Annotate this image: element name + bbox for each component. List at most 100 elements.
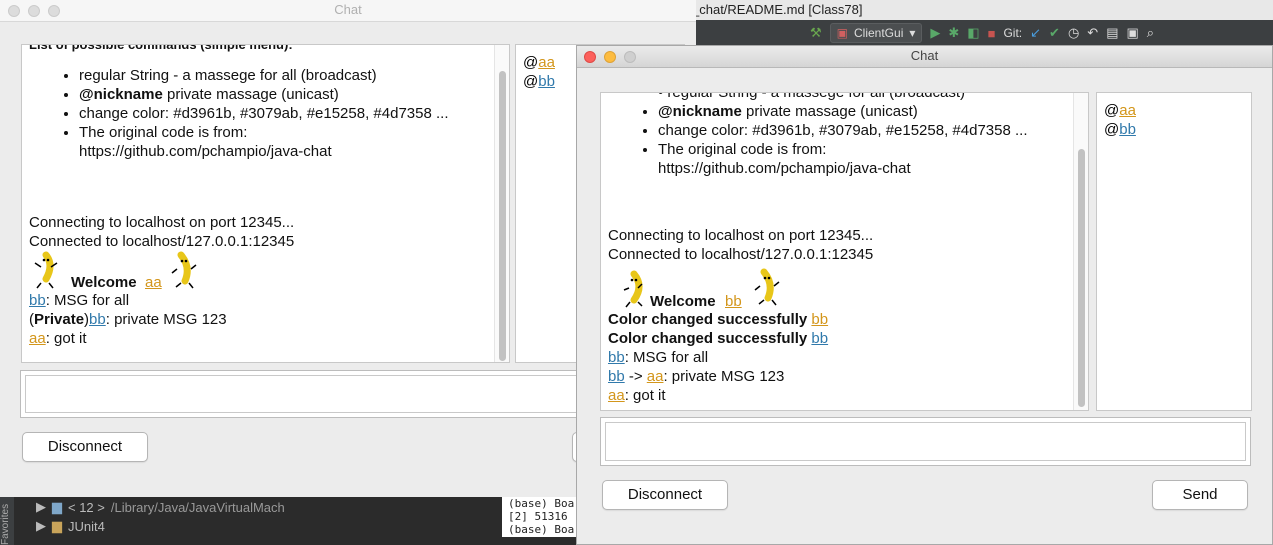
- command-list: regular String - a massege for all (broa…: [29, 66, 491, 161]
- tree-expand-icon[interactable]: ▶: [36, 518, 46, 534]
- coverage-icon[interactable]: ◧: [967, 25, 979, 41]
- stop-icon[interactable]: ■: [988, 26, 996, 41]
- disconnect-button[interactable]: Disconnect: [602, 480, 728, 510]
- close-window-icon[interactable]: [584, 51, 596, 63]
- chat-scrollbar[interactable]: [1073, 93, 1088, 410]
- command-item: change color: #d3961b, #3079ab, #e15258,…: [79, 104, 491, 123]
- send-button[interactable]: Send: [1152, 480, 1248, 510]
- git-update-icon[interactable]: ↙: [1030, 25, 1041, 41]
- user-link[interactable]: bb: [811, 311, 828, 328]
- scrollbar-thumb[interactable]: [499, 71, 506, 361]
- user-list: @aa @bb: [1096, 92, 1252, 411]
- welcome-user-link[interactable]: aa: [145, 273, 162, 292]
- zoom-window-icon[interactable]: [48, 5, 60, 17]
- user-list-item[interactable]: @aa: [1104, 101, 1244, 120]
- tree-label: < 12 >: [68, 499, 105, 515]
- run-config-icon: ▣: [836, 26, 848, 40]
- user-list-item[interactable]: @bb: [1104, 120, 1244, 139]
- command-item: @nickname private massage (unicast): [658, 102, 1070, 121]
- favorites-tab[interactable]: Favorites: [0, 497, 14, 545]
- tree-label: JUnit4: [68, 518, 105, 534]
- build-hammer-icon[interactable]: ⚒: [810, 25, 822, 41]
- tree-row-junit[interactable]: ▶ ▆ JUnit4: [36, 518, 105, 534]
- library-icon: ▆: [52, 518, 62, 533]
- connecting-line: Connecting to localhost on port 12345...: [608, 227, 874, 244]
- chat-scrollbar[interactable]: [494, 45, 509, 362]
- project-structure-icon[interactable]: ▤: [1106, 25, 1118, 41]
- user-link[interactable]: bb: [608, 349, 625, 366]
- chat-messages-pane[interactable]: List of possible commands (simple menu):…: [21, 44, 510, 363]
- command-item: The original code is from:: [658, 140, 1070, 159]
- help-heading: List of possible commands (simple menu):: [29, 44, 293, 52]
- rollback-icon[interactable]: ↶: [1087, 25, 1098, 41]
- window-title: Chat: [910, 48, 939, 63]
- user-link[interactable]: bb: [608, 368, 625, 385]
- user-link[interactable]: aa: [647, 368, 664, 385]
- run-config-select[interactable]: ▣ ClientGui ▾: [829, 23, 923, 43]
- dancing-banana-icon: [623, 270, 643, 308]
- run-config-label: ClientGui: [854, 26, 904, 40]
- scrollbar-thumb[interactable]: [1078, 149, 1085, 407]
- user-link[interactable]: bb: [811, 330, 828, 347]
- command-item: The original code is from:: [79, 123, 491, 142]
- dancing-banana-icon: [171, 251, 197, 289]
- connected-line: Connected to localhost/127.0.0.1:12345: [608, 246, 874, 263]
- tree-expand-icon[interactable]: ▶: [36, 499, 46, 515]
- dancing-banana-icon: [754, 268, 780, 306]
- zoom-window-icon[interactable]: [624, 51, 636, 63]
- debug-bug-icon[interactable]: ✱: [948, 25, 959, 41]
- git-commit-icon[interactable]: ✔: [1049, 25, 1060, 41]
- welcome-user-link[interactable]: bb: [725, 292, 742, 311]
- chat-window-front: Chat • regular String - a massege for al…: [576, 45, 1273, 545]
- user-link[interactable]: aa: [608, 387, 625, 404]
- search-icon[interactable]: ⌕: [1147, 25, 1154, 41]
- chevron-down-icon: ▾: [909, 26, 916, 40]
- window-titlebar[interactable]: Chat: [577, 46, 1272, 68]
- command-item: @nickname private massage (unicast): [79, 85, 491, 104]
- minimize-window-icon[interactable]: [28, 5, 40, 17]
- status-message: Color changed successfully bb: [608, 311, 829, 328]
- connecting-line: Connecting to localhost on port 12345...: [29, 214, 295, 231]
- command-item: regular String - a massege for all (broa…: [79, 66, 491, 85]
- close-window-icon[interactable]: [8, 5, 20, 17]
- tree-path: /Library/Java/JavaVirtualMach: [110, 499, 285, 515]
- partial-command-line: • regular String - a massege for all (br…: [658, 92, 966, 101]
- dancing-banana-icon: [34, 251, 58, 289]
- status-message: Color changed successfully bb: [608, 330, 829, 347]
- command-url: https://github.com/pchampio/java-chat: [79, 143, 332, 160]
- chat-message: aa: got it: [608, 387, 666, 404]
- disconnect-button[interactable]: Disconnect: [22, 432, 148, 462]
- minimize-window-icon[interactable]: [604, 51, 616, 63]
- window-titlebar[interactable]: Chat: [0, 0, 696, 22]
- user-link[interactable]: bb: [89, 311, 106, 328]
- ide-window-title: _chat/README.md [Class78]: [690, 0, 1273, 20]
- user-link[interactable]: bb: [29, 292, 46, 309]
- chat-message: bb -> aa: private MSG 123: [608, 368, 785, 385]
- command-url: https://github.com/pchampio/java-chat: [658, 160, 911, 177]
- command-item: change color: #d3961b, #3079ab, #e15258,…: [658, 121, 1070, 140]
- history-clock-icon[interactable]: ◷: [1068, 25, 1079, 41]
- message-input[interactable]: [605, 422, 1246, 461]
- terminal-line: (base) Boa: [508, 497, 575, 510]
- user-link[interactable]: aa: [29, 330, 46, 347]
- terminal-panel[interactable]: (base) Boa [2] 51316 (base) Boa: [502, 497, 582, 537]
- welcome-line: Welcome aa: [29, 251, 491, 291]
- welcome-line: Welcome bb: [608, 264, 1070, 310]
- git-label: Git:: [1003, 26, 1023, 40]
- layout-icon[interactable]: ▣: [1126, 25, 1138, 41]
- chat-message: (Private)bb: private MSG 123: [29, 311, 227, 328]
- command-list: @nickname private massage (unicast) chan…: [608, 102, 1070, 178]
- chat-message: bb: MSG for all: [608, 349, 709, 366]
- chat-message: bb: MSG for all: [29, 292, 130, 309]
- folder-icon: ▆: [52, 499, 62, 514]
- ide-toolbar: ⚒ ▣ ClientGui ▾ ▶ ✱ ◧ ■ Git: ↙ ✔ ◷ ↶ ▤ ▣…: [690, 20, 1273, 46]
- chat-messages-pane[interactable]: • regular String - a massege for all (br…: [600, 92, 1089, 411]
- terminal-line: (base) Boa: [508, 523, 575, 536]
- connected-line: Connected to localhost/127.0.0.1:12345: [29, 233, 295, 250]
- run-icon[interactable]: ▶: [930, 25, 940, 41]
- window-title: Chat: [334, 2, 362, 17]
- tree-row-jdk[interactable]: ▶ ▆ < 12 > /Library/Java/JavaVirtualMach: [36, 499, 285, 515]
- chat-message: aa: got it: [29, 330, 87, 347]
- welcome-text: Welcome: [71, 274, 137, 291]
- message-input-frame: [600, 417, 1251, 466]
